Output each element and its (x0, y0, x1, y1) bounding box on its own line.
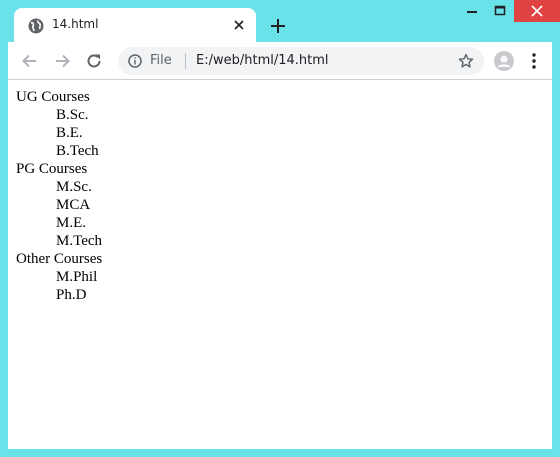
course-item: B.E. (56, 125, 83, 141)
course-item: M.E. (56, 215, 86, 231)
back-arrow-icon[interactable] (20, 51, 40, 71)
group-pg-term: PG Courses (16, 161, 88, 177)
maximize-icon (494, 5, 506, 16)
course-item: MCA (56, 197, 91, 213)
group-other-term: Other Courses (16, 251, 103, 267)
browser-toolbar: File E:/web/html/14.html (8, 42, 552, 80)
minimize-button[interactable] (458, 0, 486, 22)
reload-icon[interactable] (84, 51, 104, 71)
plus-icon[interactable] (268, 16, 288, 36)
omnibox-divider (185, 53, 186, 69)
scheme-label: File (150, 53, 172, 68)
close-window-icon (531, 5, 543, 17)
browser-window: 14.html File E:/web/html/14.html UG Cour… (0, 0, 560, 457)
globe-icon (28, 18, 44, 34)
course-item: M.Sc. (56, 179, 92, 195)
course-list: UG Courses B.Sc. B.E. B.Tech PG Courses … (16, 88, 552, 304)
close-window-button[interactable] (514, 0, 560, 22)
forward-arrow-icon[interactable] (52, 51, 72, 71)
tab-strip: 14.html (0, 0, 560, 42)
window-controls (458, 0, 560, 22)
course-item: Ph.D (56, 287, 87, 303)
tab-title: 14.html (52, 17, 99, 31)
more-vertical-icon[interactable] (526, 51, 542, 71)
course-item: M.Tech (56, 233, 103, 249)
address-bar[interactable]: File E:/web/html/14.html (118, 47, 484, 75)
close-icon[interactable] (232, 18, 246, 32)
course-item: M.Phil (56, 269, 98, 285)
url-text[interactable]: E:/web/html/14.html (196, 53, 329, 68)
group-ug-term: UG Courses (16, 89, 90, 105)
star-icon[interactable] (458, 53, 474, 69)
minimize-icon (467, 11, 477, 13)
page-content: UG Courses B.Sc. B.E. B.Tech PG Courses … (8, 80, 552, 304)
page-viewport: UG Courses B.Sc. B.E. B.Tech PG Courses … (8, 80, 552, 449)
avatar-icon[interactable] (494, 51, 514, 71)
course-item: B.Tech (56, 143, 99, 159)
maximize-button[interactable] (486, 0, 514, 22)
course-item: B.Sc. (56, 107, 89, 123)
tab-active[interactable]: 14.html (14, 8, 256, 42)
info-icon[interactable] (128, 54, 142, 68)
